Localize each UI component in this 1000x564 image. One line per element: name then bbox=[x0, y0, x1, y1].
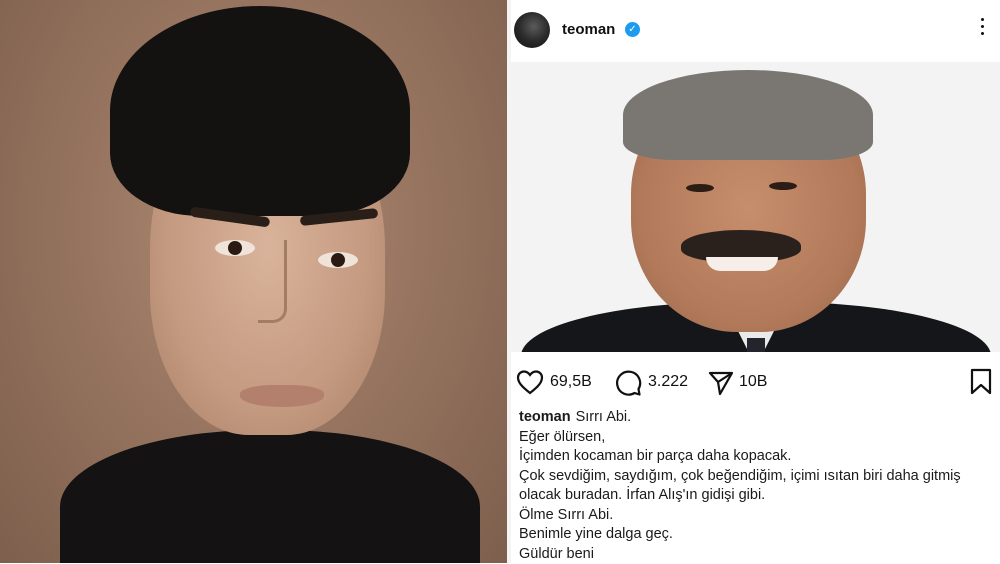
post-actions: 69,5B 3.222 10B bbox=[511, 362, 1000, 402]
photo-tie bbox=[747, 338, 765, 352]
username[interactable]: teoman bbox=[562, 21, 615, 38]
photo-eye-left bbox=[686, 184, 714, 192]
caption-author[interactable]: teoman bbox=[519, 409, 571, 425]
portrait-nose bbox=[258, 240, 287, 323]
caption-line: Ölme Sırrı Abi. bbox=[519, 506, 989, 526]
portrait-hair bbox=[110, 6, 410, 216]
post-image[interactable] bbox=[511, 62, 1000, 352]
paper-plane-icon bbox=[707, 369, 735, 397]
comment-button[interactable]: 3.222 bbox=[614, 367, 704, 397]
caption-line: İçimden kocaman bir parça daha kopacak. bbox=[519, 447, 989, 467]
portrait-eye-left bbox=[215, 240, 255, 256]
post-header: teoman ✓ bbox=[511, 0, 1000, 62]
instagram-post: teoman ✓ 69,5B 3.222 bbox=[511, 0, 1000, 563]
portrait-shirt bbox=[60, 430, 480, 563]
more-icon[interactable] bbox=[974, 18, 992, 36]
portrait-lips bbox=[240, 385, 324, 407]
share-button[interactable]: 10B bbox=[707, 367, 787, 397]
photo-eye-right bbox=[769, 182, 797, 190]
photo-smile bbox=[706, 257, 778, 271]
portrait-eye-right bbox=[318, 252, 358, 268]
portrait-photo bbox=[0, 0, 507, 563]
post-caption: teoman Sırrı Abi. Eğer ölürsen, İçimden k… bbox=[519, 408, 989, 564]
like-button[interactable]: 69,5B bbox=[516, 367, 606, 397]
caption-line: Güldür beni bbox=[519, 545, 989, 564]
comment-icon bbox=[614, 369, 642, 397]
comment-count: 3.222 bbox=[648, 373, 688, 391]
caption-line: Benimle yine dalga geç. bbox=[519, 525, 989, 545]
photo-hair bbox=[623, 70, 873, 160]
like-count: 69,5B bbox=[550, 373, 592, 391]
bookmark-icon[interactable] bbox=[969, 368, 993, 396]
caption-first-line: Sırrı Abi. bbox=[576, 409, 632, 425]
caption-line: Eğer ölürsen, bbox=[519, 428, 989, 448]
caption-line: Çok sevdiğim, saydığım, çok beğendiğim, … bbox=[519, 467, 989, 506]
share-count: 10B bbox=[739, 373, 767, 391]
avatar[interactable] bbox=[514, 12, 550, 48]
verified-badge-icon: ✓ bbox=[625, 22, 640, 37]
heart-icon bbox=[516, 369, 544, 395]
